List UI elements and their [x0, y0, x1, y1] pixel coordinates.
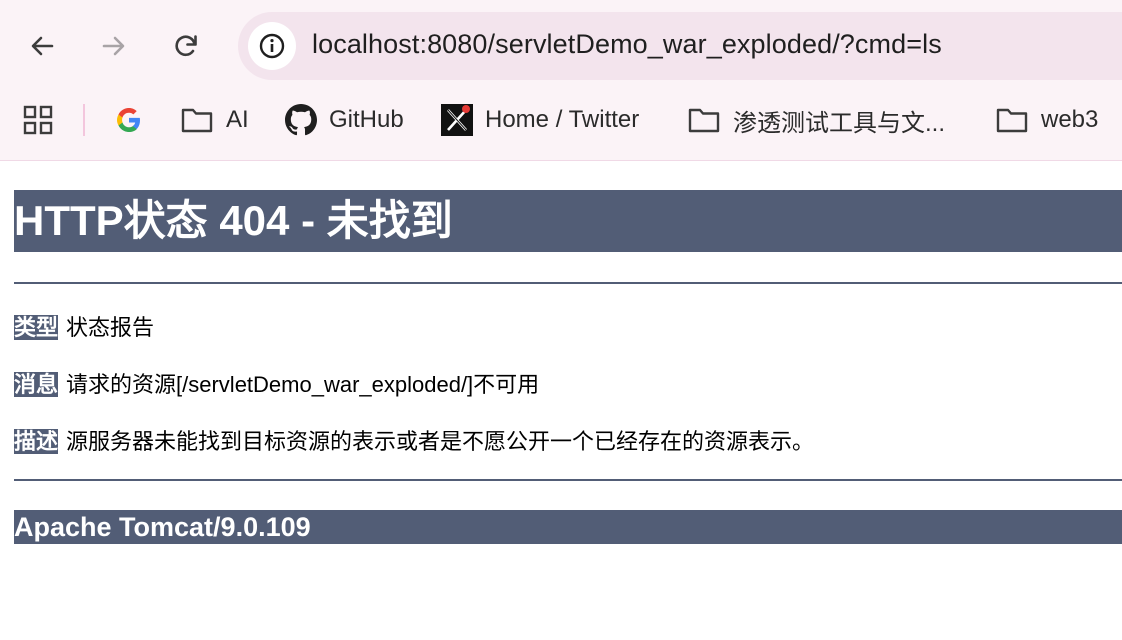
message-label: 消息 — [14, 372, 59, 397]
bookmark-ai[interactable]: AI — [180, 96, 249, 144]
bookmark-web3[interactable]: web3 — [995, 96, 1098, 144]
forward-button[interactable] — [94, 26, 134, 66]
folder-icon — [688, 108, 720, 133]
message-row: 消息 请求的资源[/servletDemo_war_exploded/]不可用 — [14, 367, 539, 399]
message-value: 请求的资源[/servletDemo_war_exploded/]不可用 — [66, 372, 540, 397]
bookmark-twitter[interactable]: Home / Twitter — [441, 96, 639, 144]
bottom-divider — [14, 479, 1122, 481]
bookmarks-divider — [83, 104, 85, 136]
back-button[interactable] — [22, 26, 62, 66]
reload-button[interactable] — [166, 26, 206, 66]
type-row: 类型 状态报告 — [14, 310, 154, 342]
description-label: 描述 — [14, 429, 59, 454]
page-title: HTTP状态 404 - 未找到 — [14, 190, 1122, 252]
apps-button[interactable] — [22, 96, 54, 144]
bookmark-github[interactable]: GitHub — [285, 96, 404, 144]
description-row: 描述 源服务器未能找到目标资源的表示或者是不愿公开一个已经存在的资源表示。 — [14, 424, 814, 456]
bookmark-label: GitHub — [329, 106, 404, 133]
arrow-left-icon — [31, 36, 54, 56]
bookmark-google[interactable] — [114, 96, 144, 144]
bookmark-label: 渗透测试工具与文... — [733, 109, 946, 137]
bookmark-label: web3 — [1041, 106, 1099, 133]
apps-grid-icon — [23, 105, 53, 135]
server-info: Apache Tomcat/9.0.109 — [14, 510, 1122, 544]
github-icon — [285, 104, 317, 136]
info-icon — [259, 33, 285, 59]
description-value: 源服务器未能找到目标资源的表示或者是不愿公开一个已经存在的资源表示。 — [66, 429, 815, 454]
x-icon — [441, 104, 473, 136]
folder-icon — [181, 108, 213, 133]
browser-chrome: localhost:8080/servletDemo_war_exploded/… — [0, 0, 1122, 161]
bookmark-label: Home / Twitter — [485, 106, 640, 133]
google-icon — [117, 108, 140, 132]
arrow-right-icon — [102, 36, 125, 56]
folder-icon — [996, 108, 1028, 133]
top-divider — [14, 282, 1122, 284]
type-label: 类型 — [14, 315, 59, 340]
type-value: 状态报告 — [66, 315, 155, 340]
site-info-button[interactable] — [248, 22, 296, 70]
bookmarks-bar: AI GitHub Home / Twitter 渗透测试工具与文... web… — [0, 96, 1122, 144]
bookmark-pentest-tools[interactable]: 渗透测试工具与文... — [687, 96, 945, 144]
browser-toolbar: localhost:8080/servletDemo_war_exploded/… — [0, 0, 1122, 92]
page-content: HTTP状态 404 - 未找到 类型 状态报告 消息 请求的资源[/servlet… — [14, 190, 1122, 550]
reload-icon — [175, 35, 197, 56]
bookmark-label: AI — [226, 106, 249, 133]
url-text[interactable]: localhost:8080/servletDemo_war_exploded/… — [312, 29, 942, 60]
address-bar[interactable]: localhost:8080/servletDemo_war_exploded/… — [238, 12, 1122, 80]
